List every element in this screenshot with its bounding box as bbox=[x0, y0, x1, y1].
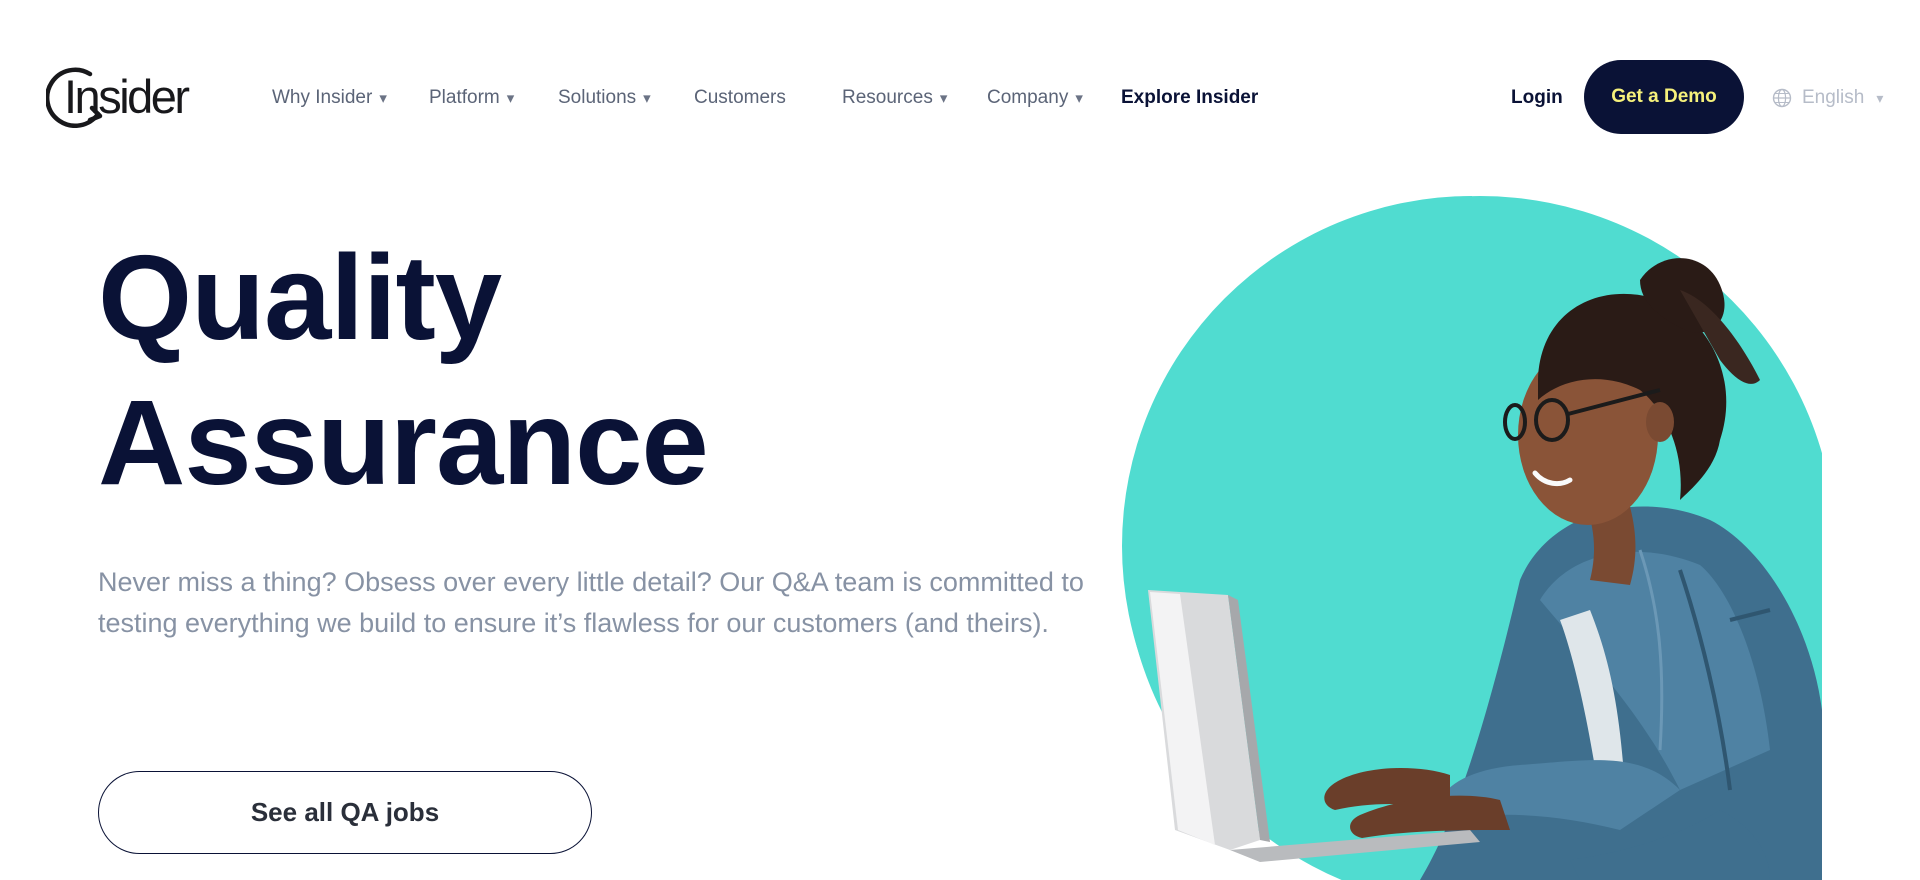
nav-platform[interactable]: Platform ▾ bbox=[429, 84, 514, 112]
login-link[interactable]: Login bbox=[1511, 84, 1563, 112]
language-label: English bbox=[1802, 87, 1865, 108]
title-line-2: Assurance bbox=[98, 374, 709, 510]
nav-company[interactable]: Company ▾ bbox=[987, 84, 1083, 112]
caret-down-icon: ▾ bbox=[379, 90, 387, 107]
caret-down-icon: ▾ bbox=[939, 90, 948, 107]
nav-label: Explore Insider bbox=[1121, 87, 1259, 108]
page-title: Quality Assurance bbox=[98, 225, 1098, 515]
nav-label: Company bbox=[987, 87, 1069, 108]
nav-why-insider[interactable]: Why Insider ▾ bbox=[272, 84, 387, 112]
woman-with-laptop-image bbox=[1122, 190, 1830, 880]
caret-down-icon: ▾ bbox=[643, 90, 651, 107]
hero-description: Never miss a thing? Obsess over every li… bbox=[98, 567, 1084, 638]
get-a-demo-button[interactable]: Get a Demo bbox=[1584, 60, 1744, 134]
nav-label: Resources bbox=[842, 87, 933, 108]
nav-label: Why Insider bbox=[272, 87, 373, 108]
insider-logo[interactable]: Insider bbox=[46, 60, 196, 132]
nav-label: Customers bbox=[694, 87, 786, 108]
logo-text: Insider bbox=[64, 70, 190, 123]
globe-icon bbox=[1772, 88, 1792, 108]
nav-label: Solutions bbox=[558, 87, 637, 108]
see-all-qa-jobs-button[interactable]: See all QA jobs bbox=[98, 771, 592, 854]
nav-label: Platform bbox=[429, 87, 500, 108]
caret-down-icon: ▾ bbox=[506, 90, 515, 107]
nav-customers[interactable]: Customers bbox=[694, 84, 786, 112]
nav-resources[interactable]: Resources ▾ bbox=[842, 84, 947, 112]
site-header: Insider Why Insider ▾ Platform ▾ Solutio… bbox=[0, 0, 1920, 195]
nav-explore-insider[interactable]: Explore Insider bbox=[1121, 84, 1258, 112]
nav-solutions[interactable]: Solutions ▾ bbox=[558, 84, 651, 112]
title-line-1: Quality bbox=[98, 229, 502, 365]
caret-down-icon: ▾ bbox=[1075, 90, 1083, 107]
language-selector[interactable]: English ▾ bbox=[1772, 84, 1883, 112]
hero-illustration bbox=[1120, 190, 1830, 880]
caret-down-icon: ▾ bbox=[1876, 89, 1884, 106]
